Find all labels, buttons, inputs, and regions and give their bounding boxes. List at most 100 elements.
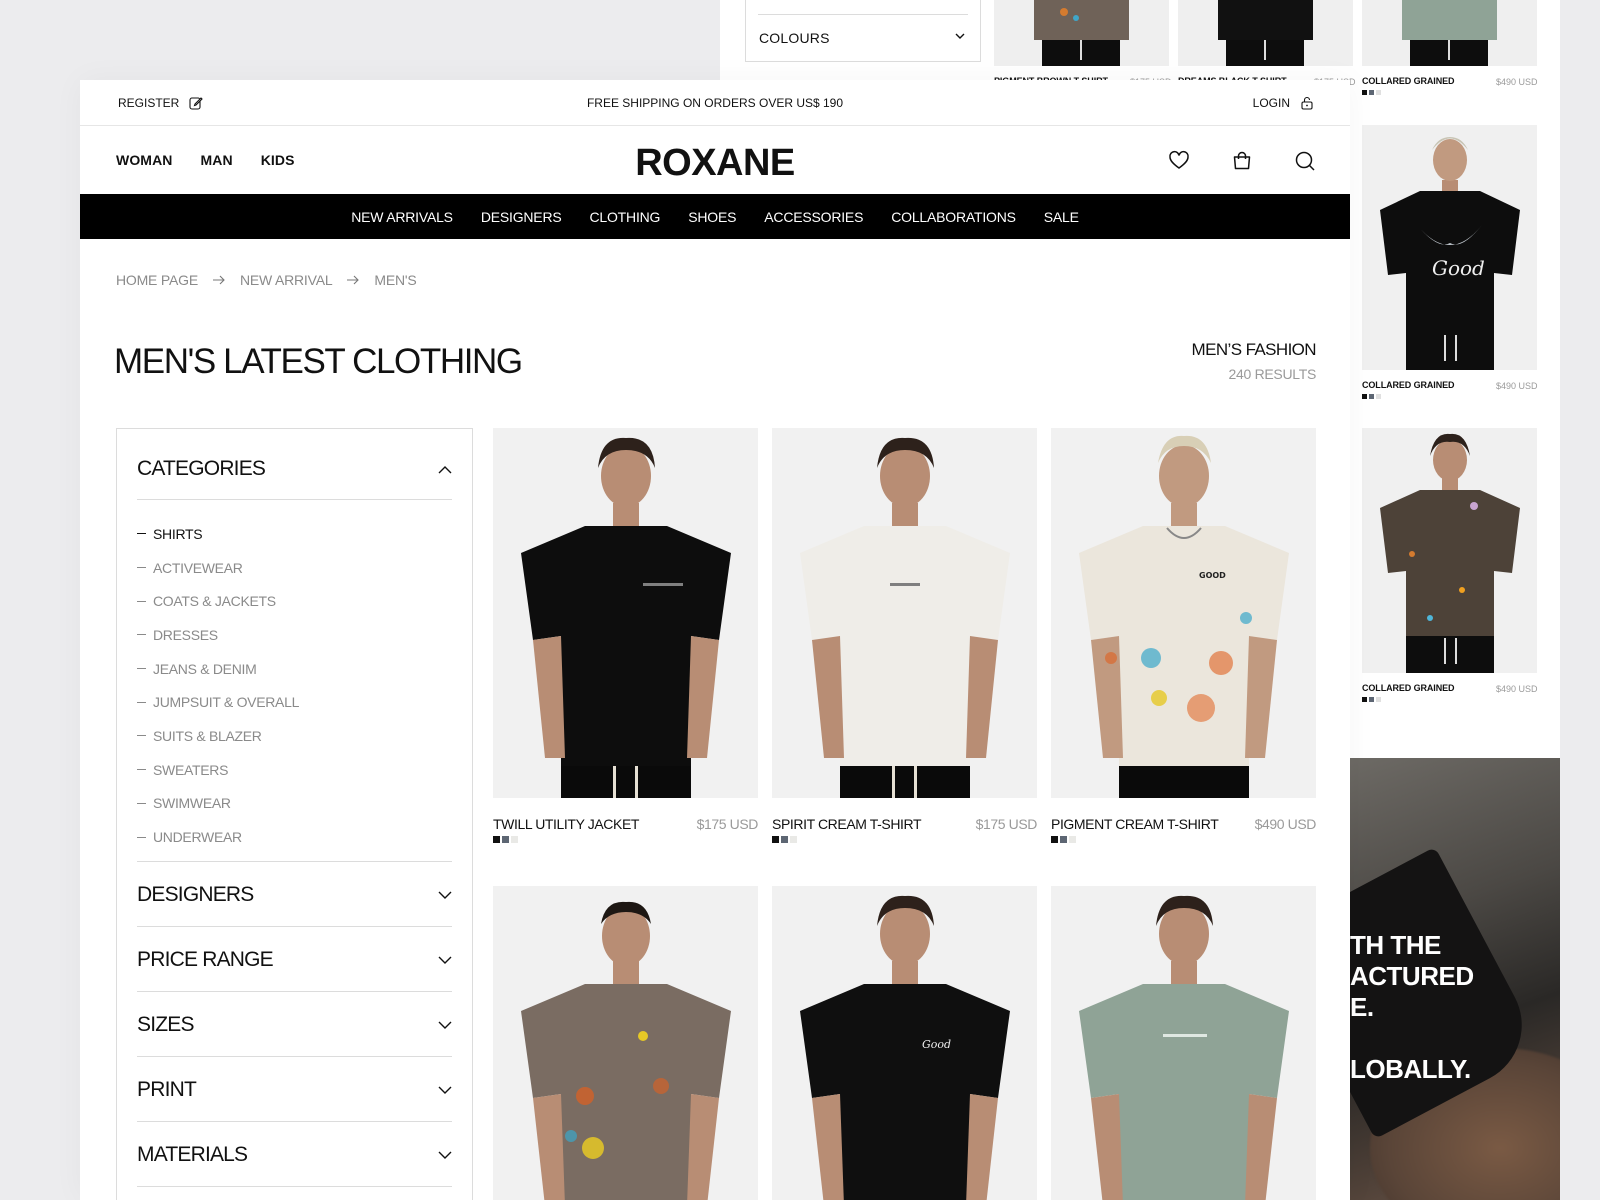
color-swatch[interactable] [1060,836,1067,843]
header-actions [1168,150,1316,172]
bg-product-price: $490 USD [1496,684,1538,694]
promo-line: LOBALLY. [1350,1054,1471,1084]
login-link[interactable]: LOGIN [1253,96,1314,110]
site-header: WOMAN MAN KIDS ROXANE [80,126,1350,194]
filter-sidebar: CATEGORIES SHIRTS ACTIVEWEAR COATS & JAC… [116,428,473,1200]
filter-sizes[interactable]: SIZES [137,1013,452,1037]
shopping-bag-icon[interactable] [1231,150,1253,172]
breadcrumb: HOME PAGE NEW ARRIVAL MEN'S [116,272,417,288]
category-label: JEANS & DENIM [153,660,257,677]
product-image[interactable] [1051,886,1316,1200]
colours-filter[interactable]: COLOURS [745,0,981,62]
promo-line: TH THE [1350,930,1441,960]
promo-banner[interactable]: TH THE ACTURED E. LOBALLY. [1350,758,1560,1200]
shipping-banner: FREE SHIPPING ON ORDERS OVER US$ 190 [586,96,844,110]
divider [137,926,452,927]
filter-title: MATERIALS [137,1143,248,1166]
bg-product-image[interactable] [1362,0,1537,66]
nav-designers[interactable]: DESIGNERS [481,209,562,225]
bg-product-image[interactable]: Good [1362,125,1537,370]
chevron-down-icon [438,956,452,965]
dash-icon [137,668,146,670]
brand-logo[interactable]: ROXANE [80,142,1350,185]
category-item[interactable]: SWEATERS [137,753,299,787]
category-label: DRESSES [153,626,218,643]
divider [758,14,968,15]
product-image[interactable] [493,886,758,1200]
nav-sale[interactable]: SALE [1044,209,1079,225]
product-image[interactable] [493,428,758,798]
filter-title: PRICE RANGE [137,948,274,971]
category-item[interactable]: COATS & JACKETS [137,584,299,618]
product-image[interactable]: Good [772,886,1037,1200]
color-swatch[interactable] [790,836,797,843]
category-item[interactable]: JEANS & DENIM [137,652,299,686]
filter-price-range[interactable]: PRICE RANGE [137,948,452,972]
category-label: UNDERWEAR [153,829,242,846]
chevron-down-icon [438,1021,452,1030]
nav-shoes[interactable]: SHOES [688,209,736,225]
product-image[interactable]: GOOD [1051,428,1316,798]
nav-clothing[interactable]: CLOTHING [590,209,661,225]
bg-product-image[interactable] [994,0,1169,66]
bg-product-image[interactable] [1178,0,1353,66]
top-bar: REGISTER FREE SHIPPING ON ORDERS OVER US… [80,80,1350,126]
product-name[interactable]: PIGMENT CREAM T-SHIRT [1051,816,1219,832]
promo-line: E. [1350,992,1374,1022]
divider [137,1186,452,1187]
chevron-down-icon [438,1086,452,1095]
dash-icon [137,533,146,535]
breadcrumb-home[interactable]: HOME PAGE [116,272,198,288]
product-price: $175 USD [696,816,759,832]
categories-header[interactable]: CATEGORIES [137,457,452,481]
nav-accessories[interactable]: ACCESSORIES [764,209,863,225]
nav-new-arrivals[interactable]: NEW ARRIVALS [351,209,453,225]
results-count: 240 RESULTS [1228,366,1317,382]
categories-title: CATEGORIES [137,457,266,480]
category-item[interactable]: SUITS & BLAZER [137,719,299,753]
color-swatch[interactable] [511,836,518,843]
product-image[interactable] [772,428,1037,798]
divider [137,861,452,862]
color-swatch[interactable] [502,836,509,843]
filter-title: SIZES [137,1013,194,1036]
breadcrumb-new-arrival[interactable]: NEW ARRIVAL [240,272,333,288]
nav-collaborations[interactable]: COLLABORATIONS [891,209,1016,225]
dash-icon [137,802,146,804]
product-name[interactable]: TWILL UTILITY JACKET [493,816,639,832]
category-label: SWEATERS [153,761,229,778]
filter-print[interactable]: PRINT [137,1078,452,1102]
category-item[interactable]: SWIMWEAR [137,787,299,821]
product-price: $490 USD [1254,816,1317,832]
color-swatch[interactable] [493,836,500,843]
promo-line [1350,1023,1474,1054]
category-item[interactable]: SHIRTS [137,517,299,551]
product-price: $175 USD [975,816,1038,832]
category-item[interactable]: JUMPSUIT & OVERALL [137,685,299,719]
filter-materials[interactable]: MATERIALS [137,1143,452,1167]
bg-color-swatches [1362,394,1381,399]
color-swatch[interactable] [1051,836,1058,843]
bg-product-name: COLLARED GRAINED [1362,76,1455,86]
product-name[interactable]: SPIRIT CREAM T-SHIRT [772,816,922,832]
search-icon[interactable] [1294,150,1316,172]
color-swatches [772,836,797,843]
color-swatch[interactable] [772,836,779,843]
heart-icon[interactable] [1168,150,1190,172]
dash-icon [137,735,146,737]
category-item[interactable]: DRESSES [137,618,299,652]
model-illustration [493,886,758,1200]
login-label: LOGIN [1252,96,1290,110]
breadcrumb-mens[interactable]: MEN'S [374,272,416,288]
dash-icon [137,600,146,602]
filter-designers[interactable]: DESIGNERS [137,883,452,907]
divider [137,1056,452,1057]
bg-product-price: $490 USD [1496,381,1538,391]
category-item[interactable]: ACTIVEWEAR [137,551,299,585]
category-label: JUMPSUIT & OVERALL [153,694,300,711]
color-swatch[interactable] [781,836,788,843]
category-item[interactable]: UNDERWEAR [137,820,299,854]
color-swatch[interactable] [1069,836,1076,843]
bg-product-image[interactable] [1362,428,1537,673]
chevron-up-icon [438,465,452,474]
